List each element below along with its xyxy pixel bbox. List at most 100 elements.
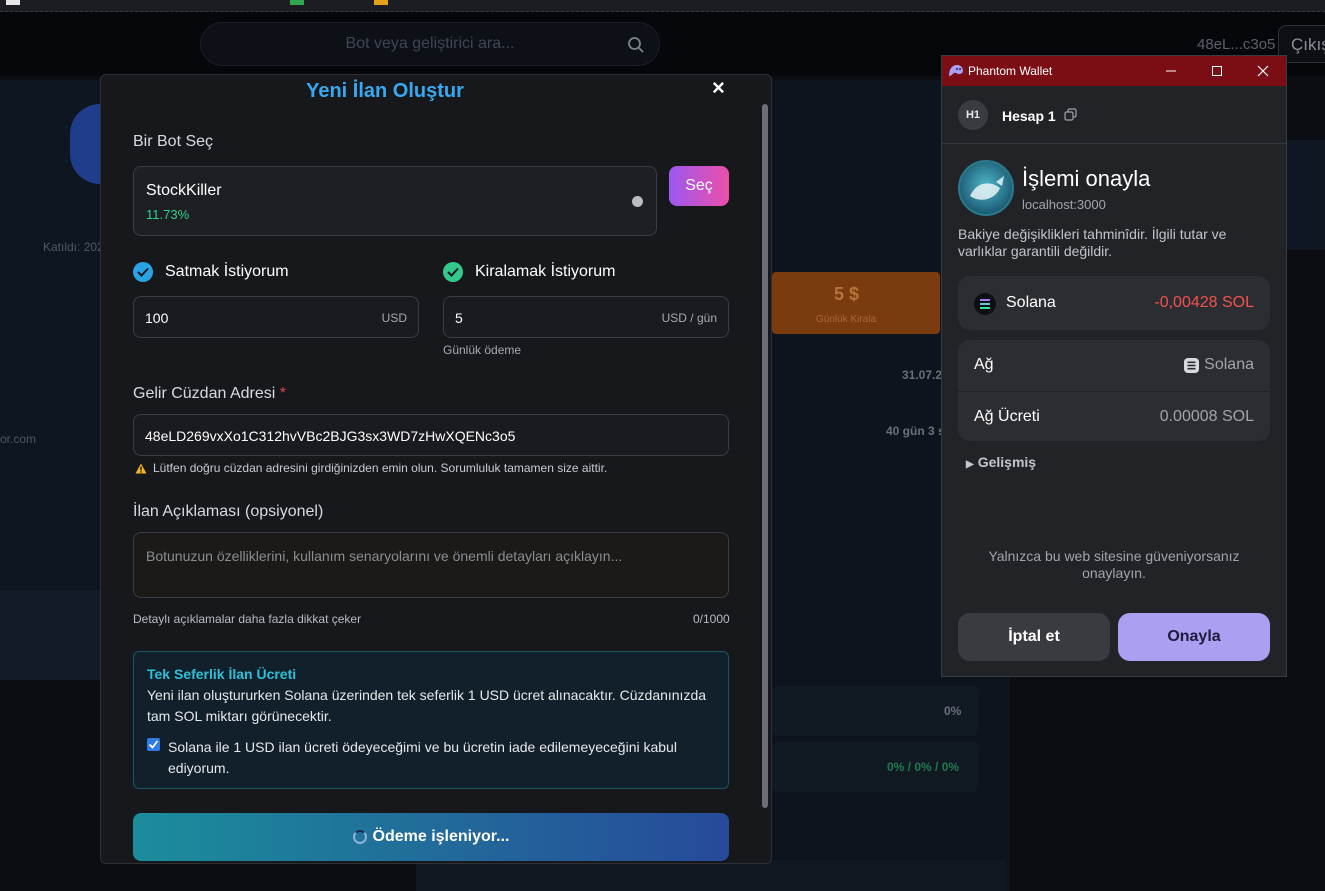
- network-value-text: Solana: [1204, 356, 1254, 373]
- search-bar[interactable]: Bot veya geliştirici ara...: [200, 22, 660, 66]
- phantom-wallet-window: Phantom Wallet H1 Hesap 1 İşlemi onayla …: [941, 55, 1287, 677]
- minimize-icon: [1166, 70, 1176, 72]
- wallet-titlebar[interactable]: Phantom Wallet: [942, 56, 1286, 86]
- bot-section-label: Bir Bot Seç: [133, 133, 214, 150]
- email-fragment: or.com: [0, 432, 37, 446]
- rent-stat-value: 5 $: [834, 284, 860, 304]
- rent-price-value: 5: [455, 310, 463, 326]
- rent-label[interactable]: Kiralamak İstiyorum: [475, 263, 615, 281]
- check-icon: [148, 740, 159, 749]
- sell-checkbox[interactable]: [133, 262, 153, 282]
- maximize-icon: [1212, 66, 1222, 76]
- rent-stat-label: Günlük Kirala: [816, 314, 877, 325]
- stat-percent: 0%: [944, 704, 962, 718]
- estimate-warning: Bakiye değişiklikleri tahminîdir. İlgili…: [958, 226, 1227, 259]
- sell-price-value: 100: [145, 310, 169, 326]
- confirm-heading: İşlemi onayla: [1022, 166, 1151, 191]
- fee-text: Yeni ilan oluştururken Solana üzerinden …: [147, 687, 707, 724]
- fee-title: Tek Seferlik İlan Ücreti: [147, 666, 297, 682]
- minimize-button[interactable]: [1148, 56, 1194, 86]
- strip-icon: [6, 0, 20, 5]
- network-value: Solana: [1184, 356, 1254, 374]
- network-fee-label: Ağ Ücreti: [974, 408, 1040, 425]
- wallet-label: Gelir Cüzdan Adresi *: [133, 385, 286, 403]
- fee-notice: Tek Seferlik İlan Ücreti Yeni ilan oluşt…: [133, 651, 729, 789]
- sell-label[interactable]: Satmak İstiyorum: [165, 263, 289, 281]
- status-dot: [632, 196, 643, 207]
- strip-icon: [374, 0, 388, 5]
- rent-checkbox[interactable]: [443, 262, 463, 282]
- stat-row: 0% / 0% / 0%: [772, 742, 978, 792]
- select-bot-button[interactable]: Seç: [669, 166, 729, 206]
- network-label: Ağ: [974, 356, 994, 373]
- check-icon: [447, 267, 459, 277]
- trust-notice: Yalnızca bu web sitesine güveniyorsanız …: [988, 548, 1240, 581]
- site-logo-icon: [958, 160, 1014, 216]
- balance-change-card: Solana -0,00428 SOL: [958, 276, 1270, 330]
- wallet-label-text: Gelir Cüzdan Adresi: [133, 385, 276, 402]
- solana-icon: [974, 293, 996, 315]
- cancel-button[interactable]: İptal et: [958, 613, 1110, 661]
- advanced-toggle[interactable]: ▶ Gelişmiş: [966, 454, 1036, 470]
- copy-icon[interactable]: [1064, 108, 1077, 121]
- description-label: İlan Açıklaması (opsiyonel): [133, 503, 324, 520]
- search-icon[interactable]: [627, 36, 645, 59]
- phantom-ghost-icon: [949, 65, 963, 76]
- chevron-right-icon: ▶: [966, 459, 974, 470]
- solana-icon: [1184, 357, 1200, 373]
- account-avatar[interactable]: H1: [958, 100, 988, 130]
- sell-price-input[interactable]: 100 USD: [133, 296, 419, 338]
- fee-agree-checkbox[interactable]: [147, 738, 160, 751]
- joined-text: Katıldı: 202: [43, 240, 104, 254]
- wallet-address-value: 48eLD269vxXo1C312hvVBc2BJG3sx3WD7zHwXQEN…: [145, 428, 516, 444]
- selected-bot-card[interactable]: StockKiller 11.73%: [133, 166, 657, 236]
- wallet-warning-text: Lütfen doğru cüzdan adresini girdiğinizd…: [153, 461, 608, 475]
- description-textarea[interactable]: Botunuzun özelliklerini, kullanım senary…: [133, 532, 729, 598]
- check-icon: [137, 267, 149, 277]
- description-placeholder: Botunuzun özelliklerini, kullanım senary…: [146, 548, 623, 564]
- duration-fragment: 40 gün 3 s: [886, 424, 945, 438]
- user-address[interactable]: 48eL...c3o5: [1197, 36, 1275, 53]
- fee-agree-label[interactable]: Solana ile 1 USD ilan ücreti ödeyeceğimi…: [168, 737, 708, 779]
- close-window-button[interactable]: [1240, 56, 1286, 86]
- required-mark: *: [279, 385, 286, 402]
- search-placeholder: Bot veya geliştirici ara...: [345, 35, 515, 52]
- wallet-window-title: Phantom Wallet: [968, 64, 1053, 78]
- site-host: localhost:3000: [1022, 197, 1106, 212]
- description-counter: 0/1000: [693, 612, 730, 626]
- modal-scrollbar[interactable]: [762, 104, 768, 808]
- pay-button[interactable]: Ödeme işleniyor...: [133, 813, 729, 861]
- strip-icon: [290, 0, 304, 5]
- bot-name: StockKiller: [146, 182, 222, 199]
- warning-icon: [135, 463, 147, 473]
- divider: [958, 391, 1270, 392]
- rent-hint: Günlük ödeme: [443, 343, 522, 357]
- pay-button-label: Ödeme işleniyor...: [372, 828, 510, 845]
- rent-stat-card: 5 $ Günlük Kirala: [772, 272, 940, 334]
- description-hint: Detaylı açıklamalar daha fazla dikkat çe…: [133, 612, 362, 626]
- confirm-button[interactable]: Onayla: [1118, 613, 1270, 661]
- rent-price-input[interactable]: 5 USD / gün: [443, 296, 729, 338]
- modal-title: Yeni İlan Oluştur: [306, 80, 464, 102]
- date-fragment: 31.07.2: [902, 368, 943, 382]
- rent-price-unit: USD / gün: [661, 311, 717, 325]
- browser-strip: [0, 0, 1325, 12]
- network-details-card: Ağ Solana Ağ Ücreti 0.00008 SOL: [958, 340, 1270, 441]
- network-fee-value: 0.00008 SOL: [1159, 408, 1254, 425]
- wallet-address-input[interactable]: 48eLD269vxXo1C312hvVBc2BJG3sx3WD7zHwXQEN…: [133, 414, 729, 456]
- account-bar: H1 Hesap 1: [942, 86, 1286, 144]
- asset-change: -0,00428 SOL: [1154, 294, 1254, 311]
- account-name[interactable]: Hesap 1: [1002, 108, 1056, 124]
- profile-panel-lower: [0, 590, 110, 680]
- advanced-label: Gelişmiş: [977, 454, 1037, 470]
- maximize-button[interactable]: [1194, 56, 1240, 86]
- stat-percent-triple: 0% / 0% / 0%: [887, 760, 960, 774]
- close-icon: [1257, 65, 1269, 77]
- sell-price-unit: USD: [381, 311, 407, 325]
- footer-area: [416, 860, 1006, 891]
- bot-percent: 11.73%: [146, 207, 190, 222]
- close-icon[interactable]: ×: [712, 75, 725, 101]
- wallet-warning: Lütfen doğru cüzdan adresini girdiğinizd…: [135, 461, 607, 475]
- spinner-icon: [352, 830, 367, 844]
- asset-name: Solana: [1006, 294, 1056, 311]
